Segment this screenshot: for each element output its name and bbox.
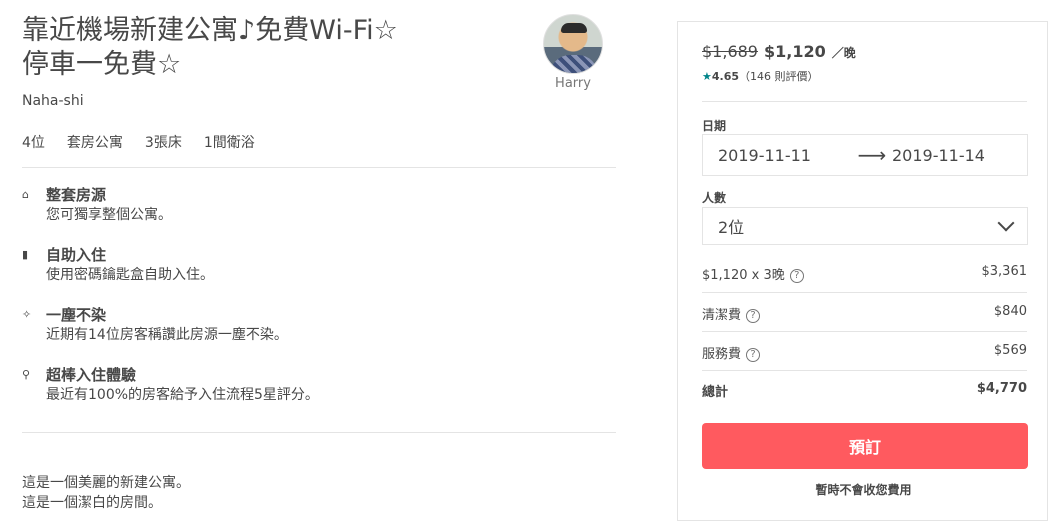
fact-guests: 4位: [22, 135, 45, 151]
divider: [702, 101, 1027, 102]
rating-summary[interactable]: ★4.65（146 則評價）: [702, 68, 819, 84]
divider: [702, 370, 1027, 371]
listing-title-line1: 靠近機場新建公寓♪免費Wi-Fi☆: [22, 15, 398, 46]
help-icon[interactable]: ?: [789, 269, 804, 283]
host-name[interactable]: Harry: [543, 76, 603, 91]
line-amount: $840: [993, 304, 1027, 319]
highlight-desc: 近期有14位房客稱讚此房源一塵不染。: [46, 327, 288, 343]
price-line-cleaning: 清潔費? $840: [702, 304, 1027, 323]
line-label: $1,120 x 3晚: [702, 268, 785, 283]
highlight-sparkling-clean: ✧ 一塵不染 近期有14位房客稱讚此房源一塵不染。: [22, 305, 616, 365]
discounted-price: $1,120: [763, 42, 826, 61]
door-icon: ▮: [22, 248, 29, 261]
line-label: 清潔費: [702, 308, 742, 323]
highlight-great-checkin: ⚲ 超棒入住體驗 最近有100%的房客給予入住流程5星評分。: [22, 365, 616, 425]
total-label: 總計: [702, 385, 729, 400]
listing-title-line2: 停車一免費☆: [22, 49, 182, 80]
highlight-title: 自助入住: [46, 246, 107, 264]
home-icon: ⌂: [22, 188, 29, 201]
help-icon[interactable]: ?: [746, 348, 761, 362]
price-display: $1,689 $1,120 ／晚: [702, 42, 856, 61]
divider: [22, 432, 616, 433]
host-avatar[interactable]: [543, 14, 603, 74]
listing-title: 靠近機場新建公寓♪免費Wi-Fi☆ 停車一免費☆: [22, 14, 522, 82]
highlight-desc: 您可獨享整個公寓。: [46, 207, 172, 223]
dates-label: 日期: [702, 119, 727, 133]
help-icon[interactable]: ?: [746, 309, 761, 323]
listing-facts: 4位 套房公寓 3張床 1間衛浴: [22, 132, 277, 152]
book-button[interactable]: 預訂: [702, 423, 1028, 469]
highlight-entire-place: ⌂ 整套房源 您可獨享整個公寓。: [22, 185, 616, 245]
per-night-label: ／晚: [831, 46, 856, 60]
fact-beds: 3張床: [144, 135, 182, 151]
date-range-picker[interactable]: 2019-11-11 ⟶ 2019-11-14: [702, 134, 1028, 176]
guests-label: 人數: [702, 191, 727, 205]
guests-dropdown[interactable]: 2位: [702, 207, 1028, 245]
line-amount: $569: [993, 343, 1027, 358]
fact-baths: 1間衛浴: [203, 135, 255, 151]
highlight-desc: 使用密碼鑰匙盒自助入住。: [46, 267, 214, 283]
price-total: 總計 $4,770: [702, 381, 1027, 400]
star-icon: ★: [702, 70, 712, 83]
listing-location[interactable]: Naha-shi: [22, 93, 84, 109]
highlight-title: 整套房源: [46, 186, 107, 204]
key-icon: ⚲: [22, 368, 31, 381]
line-label: 服務費: [702, 347, 742, 362]
total-amount: $4,770: [976, 381, 1027, 396]
price-line-service: 服務費? $569: [702, 343, 1027, 362]
highlight-title: 一塵不染: [46, 306, 107, 324]
arrow-right-icon: ⟶: [857, 143, 887, 167]
price-line-nights: $1,120 x 3晚? $3,361: [702, 264, 1027, 283]
highlight-self-checkin: ▮ 自助入住 使用密碼鑰匙盒自助入住。: [22, 245, 616, 305]
sparkle-icon: ✧: [22, 308, 32, 321]
divider: [702, 331, 1027, 332]
listing-highlights: ⌂ 整套房源 您可獨享整個公寓。 ▮ 自助入住 使用密碼鑰匙盒自助入住。 ✧ 一…: [22, 185, 616, 425]
host-profile[interactable]: Harry: [543, 14, 603, 91]
highlight-desc: 最近有100%的房客給予入住流程5星評分。: [46, 387, 319, 403]
divider: [22, 167, 616, 168]
fact-type: 套房公寓: [66, 135, 123, 151]
original-price: $1,689: [702, 42, 758, 61]
no-charge-note: 暫時不會收您費用: [815, 483, 912, 497]
description-line: 這是一個美麗的新建公寓。: [22, 475, 190, 491]
line-amount: $3,361: [981, 264, 1028, 279]
divider: [702, 292, 1027, 293]
chevron-down-icon: [997, 214, 1015, 232]
booking-card: $1,689 $1,120 ／晚 ★4.65（146 則評價） 日期 2019-…: [677, 21, 1048, 521]
guests-value: 2位: [718, 218, 745, 237]
description-line: 這是一個潔白的房間。: [22, 495, 162, 511]
highlight-title: 超棒入住體驗: [46, 366, 137, 384]
checkin-date[interactable]: 2019-11-11: [718, 146, 852, 165]
listing-description: 這是一個美麗的新建公寓。 這是一個潔白的房間。: [22, 473, 190, 513]
rating-value: 4.65: [711, 70, 740, 83]
review-count: （146 則評價）: [739, 70, 819, 83]
checkout-date[interactable]: 2019-11-14: [892, 146, 985, 165]
